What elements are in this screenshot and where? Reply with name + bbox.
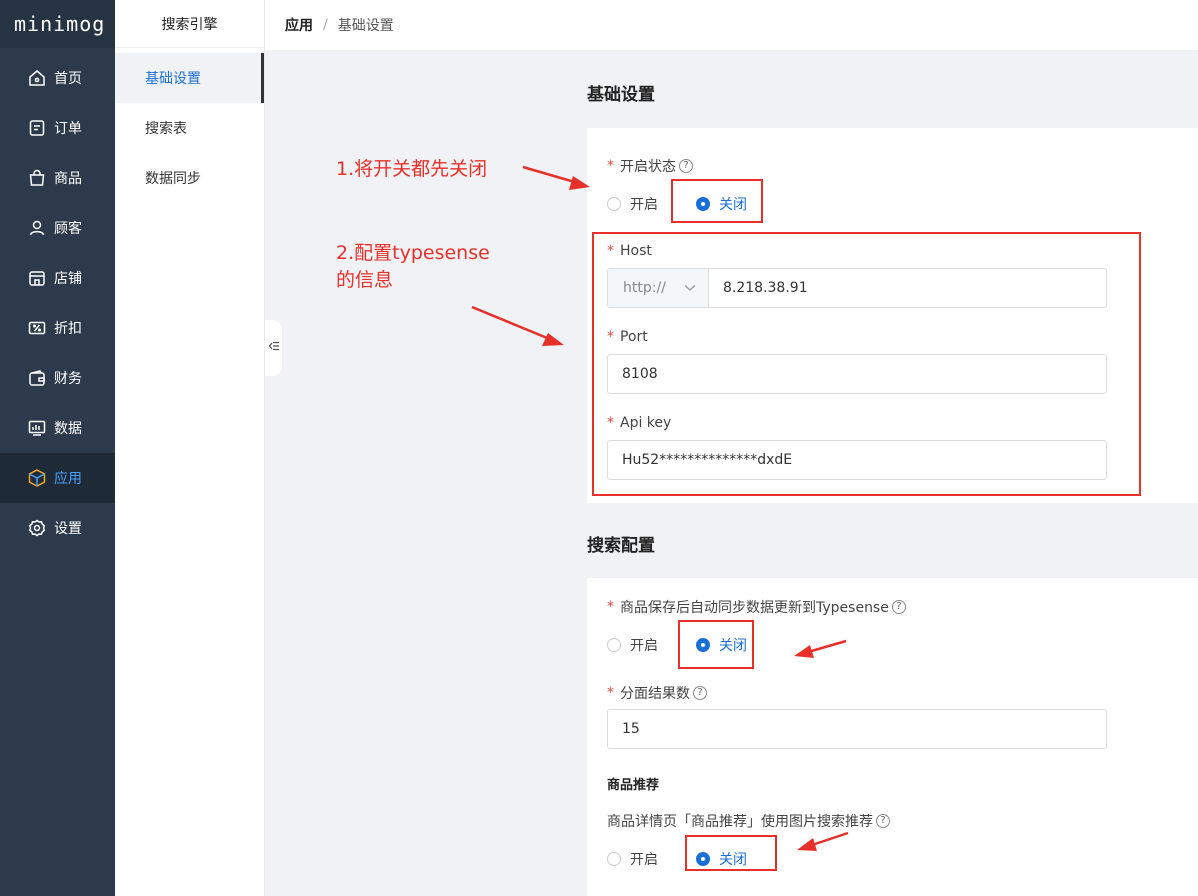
nav-item-products[interactable]: 商品: [0, 153, 115, 203]
collapse-left-icon: [268, 340, 280, 356]
wallet-icon: [27, 368, 47, 388]
search-config-title: 搜索配置: [587, 536, 655, 556]
nav-item-finance[interactable]: 财务: [0, 353, 115, 403]
help-icon[interactable]: ?: [679, 159, 693, 173]
brand-logo[interactable]: minimog: [0, 0, 115, 48]
nav-item-label: 数据: [54, 421, 82, 437]
annotation-box-recommend: [685, 835, 777, 871]
required-mark: *: [607, 599, 614, 615]
main-sidebar: minimog 首页 订单 商品 顾客 店铺 折扣 财务 数据 应用 设置: [0, 0, 115, 896]
orders-icon: [27, 118, 47, 138]
nav-item-label: 应用: [54, 471, 82, 487]
sub-sidebar: 搜索引擎 基础设置 搜索表 数据同步: [115, 0, 265, 896]
nav-item-label: 首页: [54, 71, 82, 87]
annotation-box-connection: [592, 232, 1141, 496]
nav-item-label: 设置: [54, 521, 82, 537]
nav-item-settings[interactable]: 设置: [0, 503, 115, 553]
facet-count-label: * 分面结果数 ?: [607, 683, 707, 703]
store-icon: [27, 268, 47, 288]
chart-icon: [27, 418, 47, 438]
discount-icon: [27, 318, 47, 338]
recommend-label: 商品详情页「商品推荐」使用图片搜索推荐 ?: [607, 811, 890, 831]
required-mark: *: [607, 158, 614, 174]
status-label: * 开启状态 ?: [607, 156, 693, 176]
breadcrumb-parent[interactable]: 应用: [285, 15, 313, 35]
sub-sidebar-title: 搜索引擎: [115, 0, 264, 48]
breadcrumb-separator: /: [323, 17, 328, 33]
annotation-note-1: 1.将开关都先关闭: [336, 158, 488, 180]
nav-item-customers[interactable]: 顾客: [0, 203, 115, 253]
help-icon[interactable]: ?: [876, 814, 890, 828]
nav-item-apps[interactable]: 应用: [0, 453, 115, 503]
annotation-note-2-line-1: 2.配置typesense: [336, 242, 490, 264]
recommend-radio-on[interactable]: 开启: [607, 849, 658, 869]
recommend-heading: 商品推荐: [607, 778, 660, 793]
basic-settings-title: 基础设置: [587, 85, 655, 105]
status-radio-on[interactable]: 开启: [607, 194, 658, 214]
nav-item-discount[interactable]: 折扣: [0, 303, 115, 353]
help-icon[interactable]: ?: [891, 600, 906, 614]
shopping-bag-icon: [27, 168, 47, 188]
nav-item-label: 商品: [54, 171, 82, 187]
gear-icon: [27, 518, 47, 538]
nav-item-label: 订单: [54, 121, 82, 137]
auto-sync-label: * 商品保存后自动同步数据更新到Typesense ?: [607, 597, 906, 617]
nav-item-label: 店铺: [54, 271, 82, 287]
help-icon[interactable]: ?: [693, 686, 707, 700]
nav-item-store[interactable]: 店铺: [0, 253, 115, 303]
sub-item-basic-settings[interactable]: 基础设置: [115, 53, 264, 103]
annotation-arrow-2: [471, 305, 564, 346]
main-nav: 首页 订单 商品 顾客 店铺 折扣 财务 数据 应用 设置: [0, 48, 115, 553]
collapse-sidebar-button[interactable]: [265, 320, 282, 376]
app-cube-icon: [27, 468, 47, 488]
nav-item-label: 财务: [54, 371, 82, 387]
user-icon: [27, 218, 47, 238]
annotation-box-status: [671, 179, 763, 223]
nav-item-label: 折扣: [54, 321, 82, 337]
annotation-note-2-line-2: 的信息: [336, 269, 394, 291]
annotation-arrow-1: [522, 165, 590, 190]
breadcrumb-current: 基础设置: [337, 18, 394, 34]
breadcrumb: 应用 / 基础设置: [265, 0, 1198, 50]
annotation-box-auto-sync: [678, 620, 754, 669]
sub-item-data-sync[interactable]: 数据同步: [115, 153, 264, 203]
auto-sync-radio-on[interactable]: 开启: [607, 635, 658, 655]
facet-count-input[interactable]: 15: [607, 709, 1107, 749]
required-mark: *: [607, 685, 614, 701]
nav-item-label: 顾客: [54, 221, 82, 237]
home-icon: [27, 68, 47, 88]
nav-item-home[interactable]: 首页: [0, 53, 115, 103]
sub-item-search-tables[interactable]: 搜索表: [115, 103, 264, 153]
nav-item-orders[interactable]: 订单: [0, 103, 115, 153]
nav-item-data[interactable]: 数据: [0, 403, 115, 453]
